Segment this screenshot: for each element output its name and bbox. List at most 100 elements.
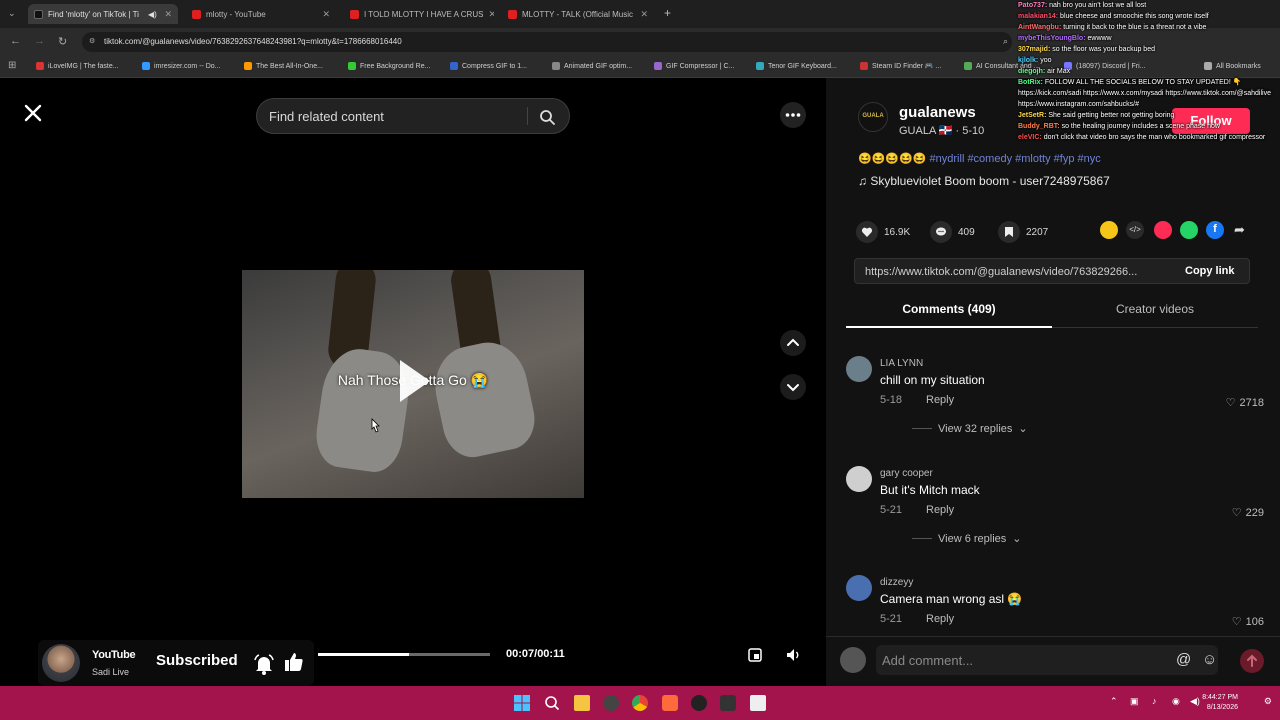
view-replies-button[interactable]: View 32 replies ⌄ xyxy=(912,422,1028,435)
apps-icon[interactable]: ⊞ xyxy=(8,60,16,71)
site-info-icon[interactable]: ⚙ xyxy=(89,37,95,45)
view-replies-button[interactable]: View 6 replies ⌄ xyxy=(912,532,1022,545)
chat-message: AintWangbu: turning it back to the blue … xyxy=(1018,22,1280,33)
tray-icon[interactable]: ▣ xyxy=(1130,696,1139,707)
whatsapp-icon[interactable] xyxy=(1180,221,1198,239)
app-icon[interactable] xyxy=(691,695,707,711)
heart-icon[interactable] xyxy=(856,221,878,243)
comment-like[interactable]: ♡ 2718 xyxy=(1226,396,1264,410)
bookmark-item[interactable]: Steam ID Finder 🎮 ... xyxy=(860,62,941,70)
network-icon[interactable]: ◉ xyxy=(1172,696,1180,707)
reload-icon[interactable]: ↻ xyxy=(58,35,67,48)
comment-username[interactable]: dizzeyy xyxy=(880,577,913,588)
share-arrow-icon[interactable]: ➦ xyxy=(1234,222,1245,238)
embed-icon[interactable]: </> xyxy=(1126,221,1144,239)
comment-action[interactable]: 409 xyxy=(930,221,975,243)
close-tab-icon[interactable]: ✕ xyxy=(488,9,494,20)
related-search-box[interactable]: Find related content xyxy=(256,98,570,134)
file-explorer-icon[interactable] xyxy=(574,695,590,711)
zoom-icon[interactable]: ⌕ xyxy=(1003,36,1008,47)
volume-button[interactable] xyxy=(784,646,802,664)
back-icon[interactable]: ← xyxy=(10,35,21,47)
emoji-icon[interactable]: ☺ xyxy=(1202,651,1217,668)
close-tab-icon[interactable]: ✕ xyxy=(164,9,172,20)
new-tab-icon[interactable]: + xyxy=(664,6,671,20)
comment-username[interactable]: LIA LYNN xyxy=(880,358,923,369)
forward-icon[interactable]: → xyxy=(34,35,45,47)
search-input[interactable]: Find related content xyxy=(269,109,519,124)
reply-button[interactable]: Reply xyxy=(926,613,954,625)
previous-video-button[interactable] xyxy=(780,330,806,356)
comment-item: gary cooper But it's Mitch mack 5-21 Rep… xyxy=(846,466,1266,570)
reply-button[interactable]: Reply xyxy=(926,504,954,516)
mic-icon[interactable]: ♪ xyxy=(1152,696,1157,706)
comment-like[interactable]: ♡ 106 xyxy=(1232,615,1264,626)
app-icon[interactable] xyxy=(720,695,736,711)
replies-line xyxy=(912,428,932,429)
volume-icon[interactable]: ◀) xyxy=(1190,696,1200,707)
tab-title: MLOTTY - TALK (Official Music xyxy=(522,9,633,19)
post-comment-button[interactable] xyxy=(1240,649,1264,673)
bookmark-item[interactable]: Compress GIF to 1... xyxy=(450,62,527,70)
reply-button[interactable]: Reply xyxy=(926,394,954,406)
tab-creator-videos[interactable]: Creator videos xyxy=(1052,302,1258,328)
like-action[interactable]: 16.9K xyxy=(856,221,910,243)
play-icon[interactable] xyxy=(394,356,434,406)
browser-tab-2[interactable]: mlotty - YouTube ✕ xyxy=(186,4,336,24)
app-icon[interactable] xyxy=(603,695,619,711)
tab-search-icon[interactable]: ⌄ xyxy=(8,8,16,19)
search-icon[interactable] xyxy=(544,695,560,711)
tab-comments[interactable]: Comments (409) xyxy=(846,302,1052,328)
system-clock[interactable]: 8:44:27 PM 8/13/2026 xyxy=(1202,693,1238,713)
user-avatar[interactable] xyxy=(840,647,866,673)
thumbs-up-icon xyxy=(282,650,306,674)
browser-tab-3[interactable]: I TOLD MLOTTY I HAVE A CRUS ✕ xyxy=(344,4,494,24)
bookmark-item[interactable]: iLoveIMG | The faste... xyxy=(36,62,119,70)
close-tab-icon[interactable]: ✕ xyxy=(640,9,648,20)
chrome-icon[interactable] xyxy=(632,695,648,711)
bookmark-icon[interactable] xyxy=(998,221,1020,243)
notepad-icon[interactable] xyxy=(750,695,766,711)
chat-text: so the floor was your backup bed xyxy=(1052,46,1155,53)
bookmark-item[interactable]: Free Background Re... xyxy=(348,62,430,70)
url-field[interactable]: ⚙ tiktok.com/@gualanews/video/7638292637… xyxy=(82,32,1012,52)
tray-chevron-icon[interactable]: ⌃ xyxy=(1110,696,1118,707)
chat-username: eleVIC: xyxy=(1018,134,1042,141)
bookmark-item[interactable]: imresizer.com -- Do... xyxy=(142,62,221,70)
copy-link-button[interactable]: Copy link xyxy=(1185,265,1235,277)
video-frame[interactable]: Nah Those Gotta Go 😭 xyxy=(242,270,584,498)
creator-username[interactable]: gualanews xyxy=(899,104,976,121)
chat-text: don't click that video bro says the man … xyxy=(1043,134,1266,141)
comment-avatar[interactable] xyxy=(846,356,872,382)
bookmark-item[interactable]: Animated GIF optim... xyxy=(552,62,632,70)
bookmark-item[interactable]: GIF Compressor | C... xyxy=(654,62,734,70)
comment-avatar[interactable] xyxy=(846,575,872,601)
send-to-friends-icon[interactable] xyxy=(1154,221,1172,239)
bookmark-item[interactable]: The Best All-In-One... xyxy=(244,62,323,70)
close-icon xyxy=(24,104,42,122)
video-link-text[interactable]: https://www.tiktok.com/@gualanews/video/… xyxy=(865,266,1155,278)
comment-like[interactable]: ♡ 229 xyxy=(1232,506,1264,520)
comment-username[interactable]: gary cooper xyxy=(880,468,933,479)
video-progress-bar[interactable] xyxy=(318,653,490,656)
creator-avatar[interactable]: GUALA xyxy=(858,102,888,132)
more-options-button[interactable] xyxy=(780,102,806,128)
search-icon[interactable] xyxy=(539,109,555,125)
windows-start-icon[interactable] xyxy=(514,695,530,711)
close-tab-icon[interactable]: ✕ xyxy=(322,9,330,20)
comment-avatar[interactable] xyxy=(846,466,872,492)
browser-tab-4[interactable]: MLOTTY - TALK (Official Music ✕ xyxy=(502,4,654,24)
mention-icon[interactable]: @ xyxy=(1176,651,1191,668)
bookmark-item[interactable]: Tenor GIF Keyboard... xyxy=(756,62,837,70)
comment-input[interactable]: Add comment... xyxy=(876,645,1218,675)
browser-tab-1[interactable]: Find 'mlotty' on TikTok | Ti ◀) ✕ xyxy=(28,4,178,24)
save-action[interactable]: 2207 xyxy=(998,221,1048,243)
app-icon[interactable] xyxy=(662,695,678,711)
repost-icon[interactable] xyxy=(1100,221,1118,239)
notification-icon[interactable]: ⚙ xyxy=(1264,696,1272,707)
close-video-button[interactable] xyxy=(20,100,46,126)
comment-icon[interactable] xyxy=(930,221,952,243)
next-video-button[interactable] xyxy=(780,374,806,400)
facebook-icon[interactable]: f xyxy=(1206,221,1224,239)
miniplayer-button[interactable] xyxy=(746,646,764,664)
